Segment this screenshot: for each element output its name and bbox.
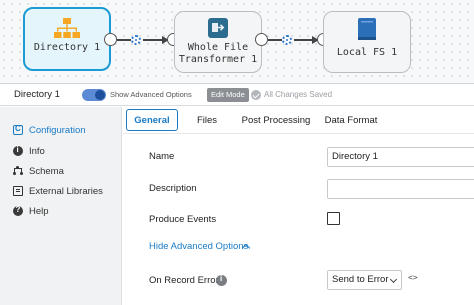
- name-label: Name: [149, 151, 175, 162]
- external-libraries-icon: [13, 186, 23, 196]
- code-toggle-icon[interactable]: <>: [408, 273, 418, 282]
- stage-name-line-1: Whole File: [187, 42, 249, 53]
- config-tabs: General Files Post Processing Data Forma…: [123, 107, 474, 133]
- schema-icon: [13, 166, 23, 176]
- configuration-icon: [13, 124, 23, 135]
- output-port[interactable]: [255, 33, 268, 46]
- tab-files[interactable]: Files: [191, 109, 223, 131]
- sidenav-item-help[interactable]: Help: [0, 201, 122, 221]
- sidenav-label: Schema: [29, 165, 64, 177]
- tab-data-format[interactable]: Data Format: [322, 109, 380, 131]
- sidenav-item-configuration[interactable]: Configuration: [0, 120, 122, 140]
- toggle-knob: [95, 90, 105, 100]
- stage-name-line-2: Transformer 1: [178, 54, 258, 65]
- pipeline-canvas[interactable]: Directory 1 Whole File Transformer 1 Loc…: [0, 0, 474, 84]
- sidenav-label: Info: [29, 145, 45, 157]
- description-input[interactable]: [327, 179, 474, 199]
- description-label: Description: [149, 183, 197, 194]
- transformer-icon: [208, 18, 228, 42]
- field-help-icon[interactable]: [216, 274, 227, 286]
- sidenav-item-schema[interactable]: Schema: [0, 161, 122, 181]
- sidenav-label: Help: [29, 205, 49, 217]
- config-sidenav: Configuration Info Schema External Libra…: [0, 107, 122, 305]
- sidenav-item-external-libraries[interactable]: External Libraries: [0, 181, 122, 201]
- tabs-divider: [123, 133, 474, 134]
- on-record-error-label: On Record Error: [149, 275, 219, 286]
- produce-events-checkbox[interactable]: [327, 212, 340, 225]
- output-port[interactable]: [104, 33, 117, 46]
- stage-directory-1[interactable]: Directory 1: [23, 7, 111, 71]
- info-icon: [13, 145, 23, 156]
- local-fs-icon: [357, 18, 377, 46]
- help-icon: [13, 205, 23, 216]
- stream-gear-icon[interactable]: [131, 35, 141, 45]
- stage-toolbar: Directory 1 Show Advanced Options Edit M…: [0, 84, 474, 106]
- stream-gear-icon[interactable]: [282, 35, 292, 45]
- stage-whole-file-transformer-1[interactable]: Whole File Transformer 1: [174, 11, 262, 73]
- stage-title: Directory 1: [14, 89, 60, 100]
- tab-general[interactable]: General: [126, 109, 178, 131]
- stage-name: Local FS 1: [336, 47, 398, 58]
- stage-local-fs-1[interactable]: Local FS 1: [323, 11, 411, 73]
- name-input[interactable]: Directory 1: [327, 147, 474, 167]
- show-advanced-label: Show Advanced Options: [110, 90, 192, 99]
- on-record-error-value: Send to Error: [332, 274, 389, 285]
- sidenav-label: Configuration: [29, 124, 86, 136]
- produce-events-label: Produce Events: [149, 214, 217, 225]
- tab-post-processing[interactable]: Post Processing: [239, 109, 313, 131]
- chevron-down-icon: [389, 275, 398, 284]
- stream-link: [117, 39, 131, 41]
- directory-origin-icon: [54, 18, 80, 44]
- check-circle-icon: [251, 90, 261, 100]
- on-record-error-select[interactable]: Send to Error: [327, 270, 402, 290]
- sidenav-item-info[interactable]: Info: [0, 141, 122, 161]
- save-status: All Changes Saved: [264, 90, 333, 99]
- sidenav-label: External Libraries: [29, 185, 103, 197]
- edit-mode-badge[interactable]: Edit Mode: [207, 88, 249, 102]
- show-advanced-toggle[interactable]: [82, 89, 106, 101]
- stream-link: [268, 39, 282, 41]
- hide-advanced-options-link[interactable]: Hide Advanced Options: [149, 241, 248, 252]
